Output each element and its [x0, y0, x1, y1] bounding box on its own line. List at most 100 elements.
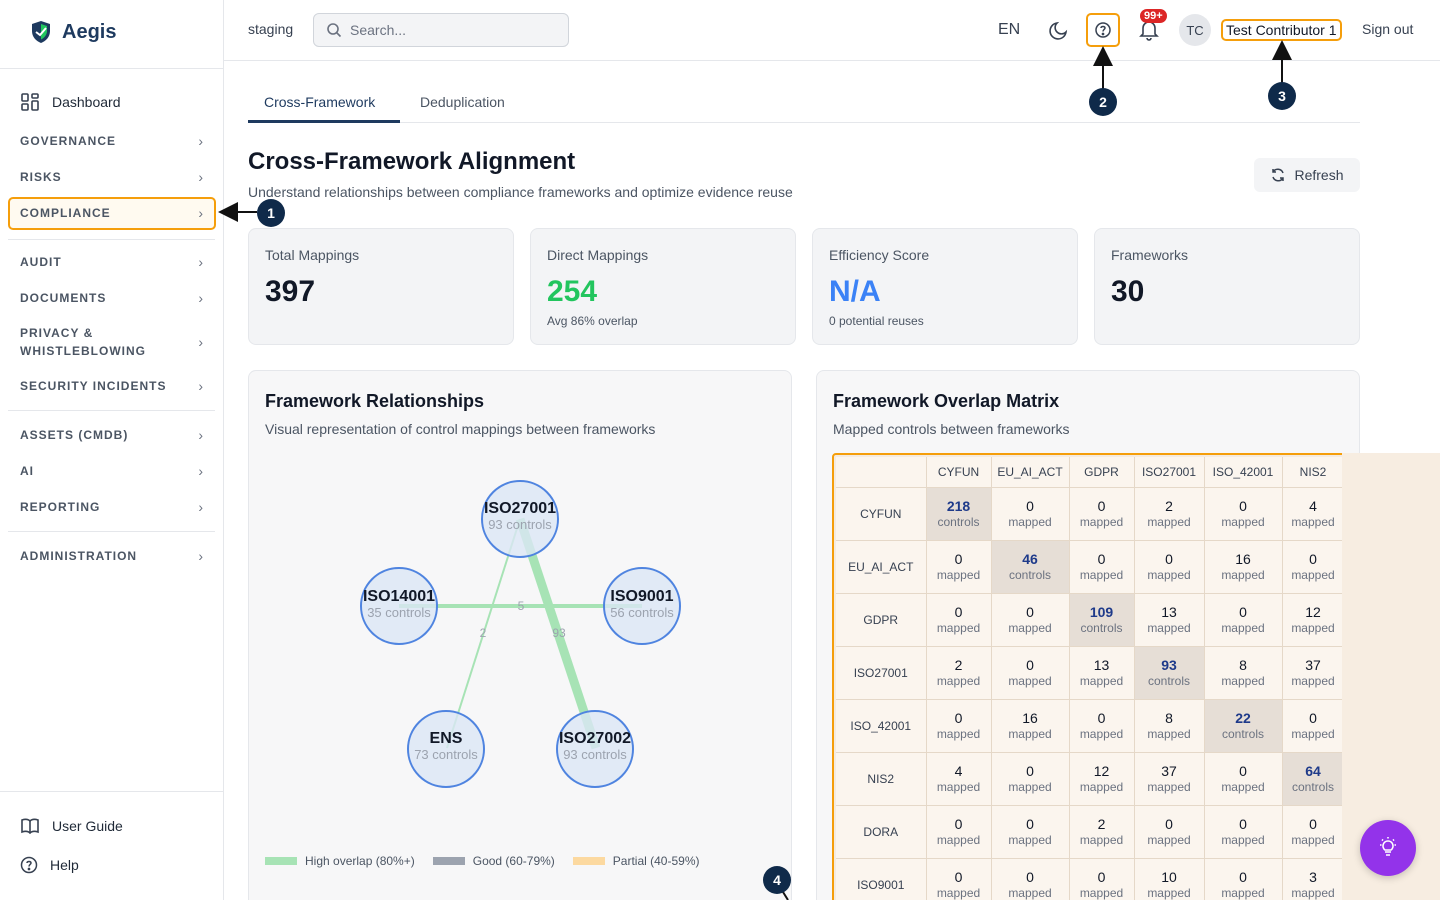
matrix-cell[interactable]: 0 mapped: [1282, 699, 1345, 753]
sidebar-section-privacy[interactable]: PRIVACY & WHISTLEBLOWING ›: [20, 326, 204, 358]
avatar[interactable]: TC: [1179, 14, 1211, 46]
sign-out-link[interactable]: Sign out: [1362, 21, 1413, 37]
matrix-cell[interactable]: 0 mapped: [1134, 540, 1205, 594]
node-iso14001[interactable]: ISO14001 35 controls: [360, 567, 438, 645]
refresh-button[interactable]: Refresh: [1254, 158, 1360, 192]
matrix-cell[interactable]: 37 mapped: [1134, 752, 1205, 806]
node-ens[interactable]: ENS 73 controls: [407, 710, 485, 788]
sidebar-section-reporting[interactable]: REPORTING ›: [20, 499, 204, 515]
matrix-cell[interactable]: 8 mapped: [1134, 699, 1205, 753]
matrix-cell[interactable]: 10 mapped: [1134, 858, 1205, 900]
matrix-cell[interactable]: 0 mapped: [991, 858, 1070, 900]
tab-deduplication[interactable]: Deduplication: [420, 94, 505, 110]
matrix-cell[interactable]: 0 mapped: [926, 593, 992, 647]
sidebar-divider: [0, 68, 223, 69]
matrix-cell[interactable]: 64 controls: [1282, 752, 1345, 806]
matrix-cell-value: 13: [1161, 603, 1177, 620]
matrix-cell[interactable]: 0 mapped: [1204, 858, 1283, 900]
matrix-cell-unit: controls: [937, 514, 980, 529]
legend-item: High overlap (80%+): [265, 854, 415, 868]
matrix-cell-unit: mapped: [1147, 514, 1191, 529]
chevron-right-icon: ›: [198, 548, 204, 564]
panel-subtitle: Mapped controls between frameworks: [833, 421, 1070, 437]
matrix-cell[interactable]: 2 mapped: [1134, 487, 1205, 541]
matrix-cell[interactable]: 12 mapped: [1282, 593, 1345, 647]
matrix-cell[interactable]: 0 mapped: [991, 752, 1070, 806]
matrix-cell[interactable]: 4 mapped: [926, 752, 992, 806]
sidebar-section-assets[interactable]: ASSETS (CMDB) ›: [20, 427, 204, 443]
search-box[interactable]: Search...: [313, 13, 569, 47]
help-link[interactable]: Help: [20, 856, 79, 874]
sidebar-section-audit[interactable]: AUDIT ›: [20, 254, 204, 270]
matrix-cell[interactable]: 0 mapped: [1069, 858, 1135, 900]
matrix-cell-unit: mapped: [1079, 514, 1124, 529]
matrix-cell[interactable]: 0 mapped: [991, 646, 1070, 700]
matrix-cell[interactable]: 0 mapped: [991, 805, 1070, 859]
matrix-cell[interactable]: 0 mapped: [1134, 805, 1205, 859]
matrix-cell[interactable]: 0 mapped: [1282, 805, 1345, 859]
matrix-cell[interactable]: 0 mapped: [1204, 487, 1283, 541]
matrix-cell[interactable]: 13 mapped: [1069, 646, 1135, 700]
matrix-cell[interactable]: 13 mapped: [1134, 593, 1205, 647]
matrix-row-header: CYFUN: [836, 487, 927, 541]
chevron-right-icon: ›: [198, 133, 204, 149]
matrix-cell[interactable]: 12 mapped: [1069, 752, 1135, 806]
chevron-right-icon: ›: [198, 290, 204, 306]
sidebar-section-administration[interactable]: ADMINISTRATION ›: [20, 548, 204, 564]
sidebar-section-security-incidents[interactable]: SECURITY INCIDENTS ›: [20, 378, 204, 394]
matrix-cell[interactable]: 22 controls: [1204, 699, 1283, 753]
matrix-cell-value: 2: [954, 656, 963, 673]
node-iso27002[interactable]: ISO27002 93 controls: [556, 710, 634, 788]
matrix-cell[interactable]: 3 mapped: [1282, 858, 1345, 900]
tab-cross-framework[interactable]: Cross-Framework: [264, 94, 375, 110]
matrix-cell[interactable]: 0 mapped: [1204, 805, 1283, 859]
matrix-cell[interactable]: 218 controls: [926, 487, 992, 541]
theme-toggle[interactable]: [1048, 19, 1070, 46]
matrix-cell-unit: mapped: [1079, 832, 1124, 847]
matrix-cell[interactable]: 0 mapped: [926, 858, 992, 900]
help-button[interactable]: [1086, 13, 1120, 47]
language-switcher[interactable]: EN: [998, 21, 1020, 39]
matrix-cell[interactable]: 0 mapped: [1204, 593, 1283, 647]
sidebar-section-ai[interactable]: AI ›: [20, 463, 204, 479]
matrix-cell[interactable]: 4 mapped: [1282, 487, 1345, 541]
matrix-cell[interactable]: 2 mapped: [1069, 805, 1135, 859]
assistant-fab-button[interactable]: [1360, 820, 1416, 876]
matrix-cell[interactable]: 0 mapped: [926, 540, 992, 594]
matrix-cell[interactable]: 0 mapped: [926, 699, 992, 753]
sidebar-section-governance[interactable]: GOVERNANCE ›: [20, 133, 204, 149]
matrix-cell[interactable]: 109 controls: [1069, 593, 1135, 647]
node-iso9001[interactable]: ISO9001 56 controls: [603, 567, 681, 645]
matrix-cell[interactable]: 0 mapped: [1069, 699, 1135, 753]
sidebar-section-documents[interactable]: DOCUMENTS ›: [20, 290, 204, 306]
page-title: Cross-Framework Alignment: [248, 148, 576, 175]
sidebar-section-compliance[interactable]: COMPLIANCE ›: [20, 205, 204, 221]
notifications-button[interactable]: [1139, 19, 1159, 46]
sidebar-item-dashboard[interactable]: Dashboard: [20, 92, 121, 112]
matrix-cell[interactable]: 0 mapped: [991, 487, 1070, 541]
lightbulb-icon: [1380, 837, 1396, 856]
matrix-cell[interactable]: 0 mapped: [1069, 487, 1135, 541]
matrix-cell-unit: mapped: [1221, 567, 1265, 582]
matrix-cell[interactable]: 0 mapped: [1204, 752, 1283, 806]
relationship-graph[interactable]: 5 2 93 ISO27001 93 controls ISO14001 35 …: [249, 451, 793, 891]
matrix-cell[interactable]: 0 mapped: [1282, 540, 1345, 594]
brand-logo[interactable]: Aegis: [30, 20, 116, 44]
matrix-cell[interactable]: 37 mapped: [1282, 646, 1345, 700]
matrix-cell[interactable]: 0 mapped: [1069, 540, 1135, 594]
section-label: DOCUMENTS: [20, 291, 107, 305]
matrix-cell[interactable]: 8 mapped: [1204, 646, 1283, 700]
stat-card-total-mappings: Total Mappings 397: [248, 228, 514, 345]
matrix-cell-unit: mapped: [936, 673, 981, 688]
matrix-cell[interactable]: 0 mapped: [991, 593, 1070, 647]
matrix-cell[interactable]: 0 mapped: [926, 805, 992, 859]
matrix-cell[interactable]: 46 controls: [991, 540, 1070, 594]
user-name[interactable]: Test Contributor 1: [1221, 19, 1342, 41]
node-iso27001[interactable]: ISO27001 93 controls: [481, 480, 559, 558]
matrix-cell[interactable]: 16 mapped: [991, 699, 1070, 753]
sidebar-section-risks[interactable]: RISKS ›: [20, 169, 204, 185]
matrix-cell[interactable]: 93 controls: [1134, 646, 1205, 700]
matrix-cell[interactable]: 16 mapped: [1204, 540, 1283, 594]
user-guide-link[interactable]: User Guide: [20, 816, 123, 836]
matrix-cell[interactable]: 2 mapped: [926, 646, 992, 700]
